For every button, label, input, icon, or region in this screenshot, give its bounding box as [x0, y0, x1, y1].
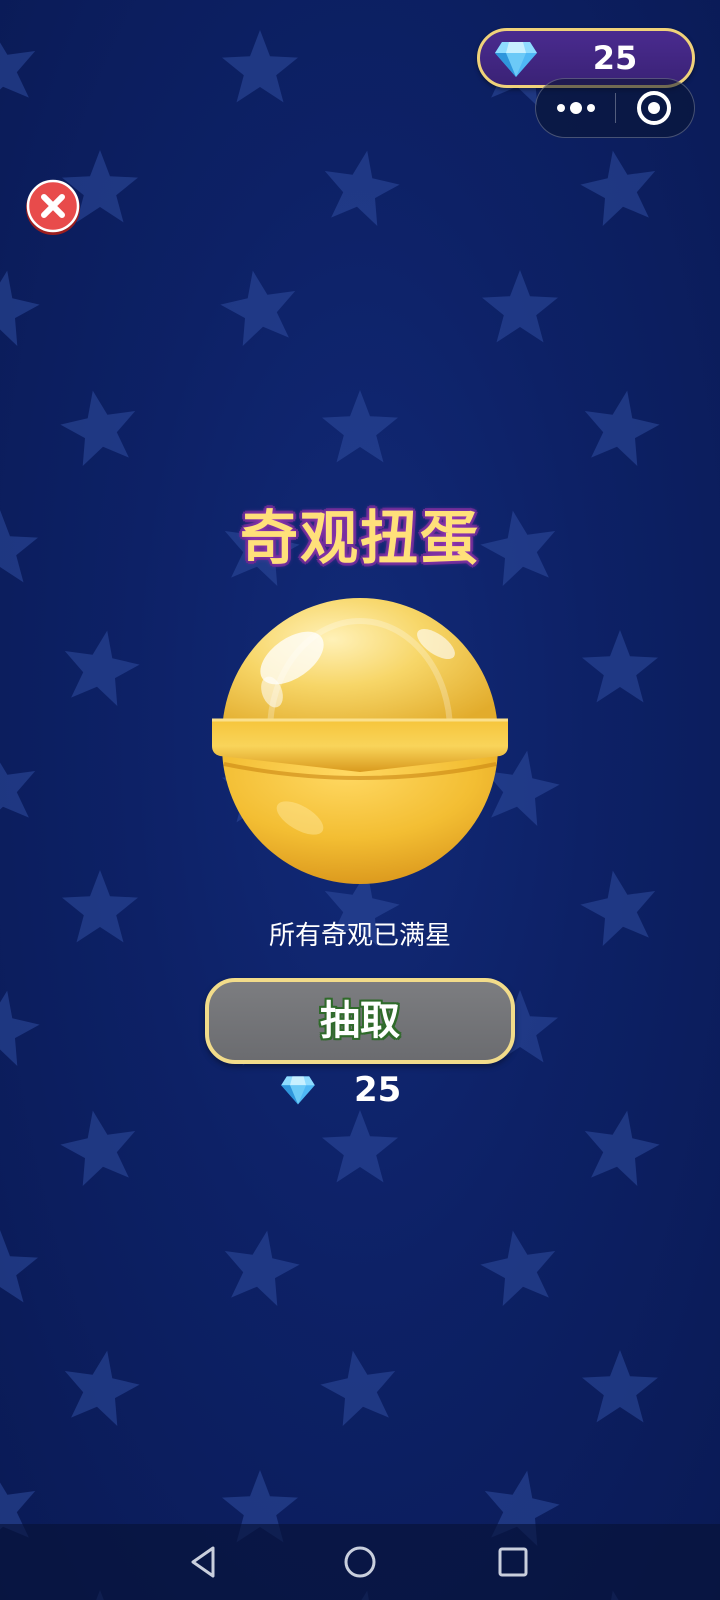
background-star: [224, 1230, 300, 1306]
background-star: [480, 1230, 556, 1306]
draw-button-label: 抽取: [320, 998, 400, 1044]
background-star: [584, 1110, 660, 1186]
close-target-icon[interactable]: [616, 79, 695, 137]
recents-icon[interactable]: [491, 1540, 535, 1584]
more-dots-icon[interactable]: [536, 79, 615, 137]
background-star: [584, 390, 660, 466]
background-star: [324, 150, 400, 226]
background-star: [482, 270, 558, 343]
game-screen: 25 奇观扭蛋 所有奇观已满星 抽取 25: [0, 0, 720, 1600]
close-icon[interactable]: [24, 178, 82, 236]
background-star: [222, 30, 298, 103]
system-nav-bar: [0, 1524, 720, 1600]
background-star: [0, 42, 36, 98]
draw-button[interactable]: 抽取: [205, 978, 515, 1064]
background-star: [322, 1110, 398, 1183]
golden-capsule-icon: [212, 598, 508, 884]
home-icon[interactable]: [338, 1540, 382, 1584]
background-star: [322, 390, 398, 463]
draw-cost-value: 25: [354, 1070, 402, 1110]
background-star: [60, 390, 136, 466]
diamond-icon: [495, 42, 537, 77]
background-star: [64, 630, 140, 706]
background-star: [60, 1110, 136, 1186]
status-text: 所有奇观已满星: [268, 921, 451, 951]
diamond-icon: [281, 1076, 315, 1105]
draw-cost: 25: [278, 1068, 438, 1112]
background-star: [320, 1350, 396, 1426]
background-star: [220, 270, 296, 346]
background-star: [0, 762, 36, 818]
background-star: [64, 1350, 140, 1426]
background-star: [580, 150, 656, 226]
background-star: [0, 990, 40, 1066]
background-star: [582, 630, 658, 703]
background-star: [0, 1230, 38, 1303]
background-star: [0, 270, 40, 346]
background-star: [582, 1350, 658, 1423]
miniprogram-capsule: [535, 78, 695, 138]
gem-balance-value: 25: [592, 39, 638, 77]
back-icon[interactable]: [183, 1540, 227, 1584]
page-title: 奇观扭蛋: [239, 504, 480, 572]
